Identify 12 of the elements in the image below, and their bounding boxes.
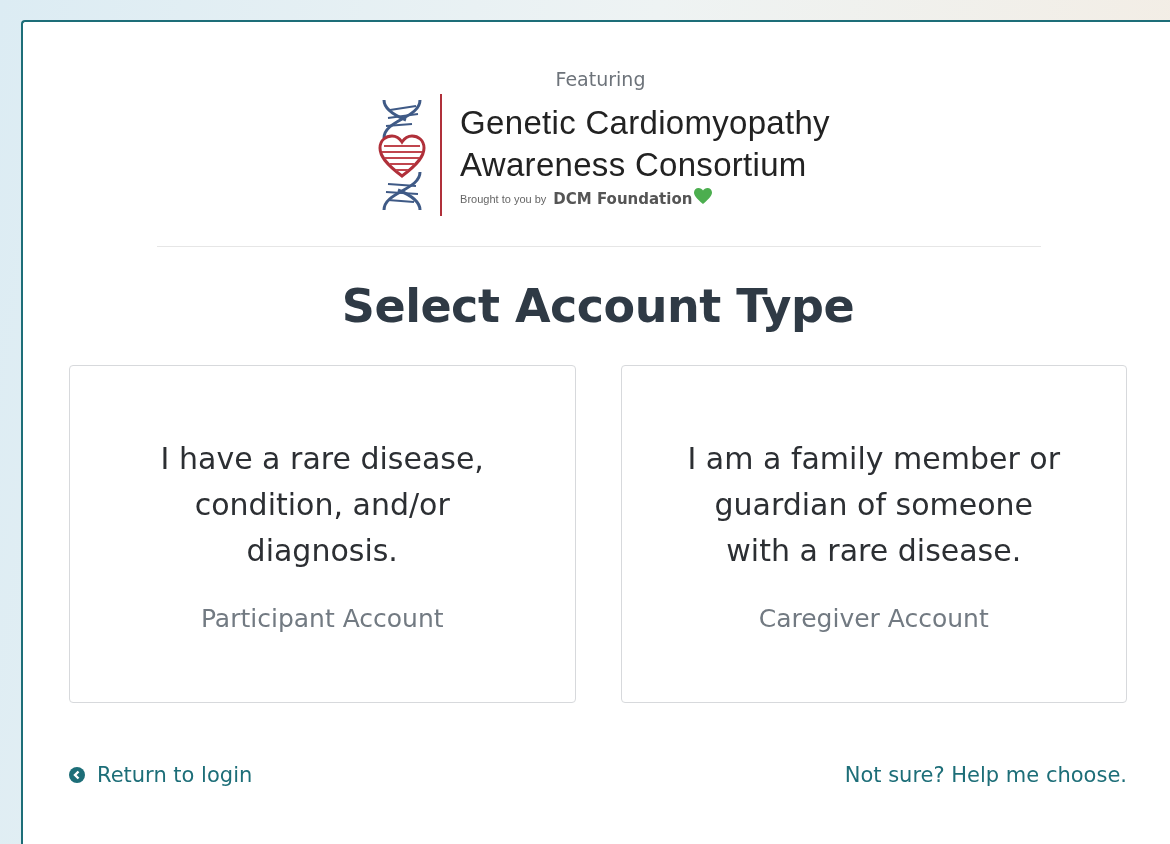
logo-title: Genetic Cardiomyopathy <box>460 103 830 143</box>
page-heading: Select Account Type <box>340 279 856 333</box>
logo-title: Awareness Consortium <box>460 145 808 185</box>
help-choose-link[interactable]: Not sure? Help me choose. <box>844 763 1127 787</box>
account-type-card[interactable]: I have a rare disease, condition, and/or diagnosis. Participant Account <box>69 365 576 703</box>
heart-icon <box>694 187 713 205</box>
featuring-label: Featuring <box>554 68 647 90</box>
logo-tagline: Brought to you by <box>460 193 547 205</box>
back-circle-icon <box>69 767 85 783</box>
foundation-name: DCM Foundation <box>553 190 693 208</box>
account-type-card[interactable]: I am a family member or guardian of someone with a rare disease. Caregiver Account <box>620 365 1127 703</box>
return-to-login-link[interactable]: Return to login <box>69 763 253 787</box>
